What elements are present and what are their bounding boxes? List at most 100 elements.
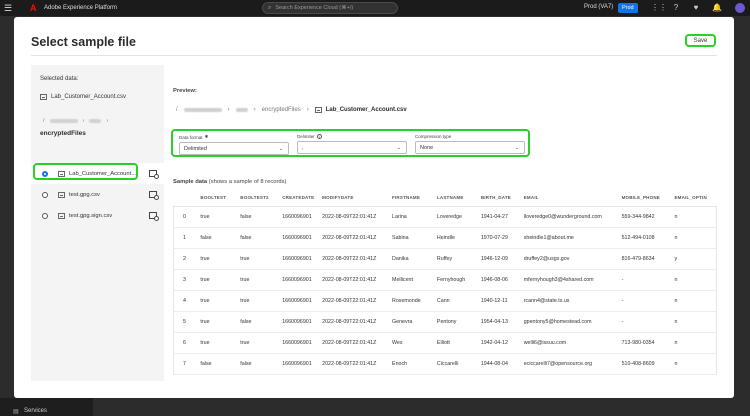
preview-file-icon[interactable] xyxy=(149,170,159,179)
delimiter-field: Delimiter i , ⌄ xyxy=(297,134,407,154)
help-icon[interactable]: ? xyxy=(671,3,681,13)
table-cell: 2022-08-09T22:01:41Z xyxy=(322,227,393,249)
table-cell: Danika xyxy=(392,248,437,270)
info-icon[interactable]: i xyxy=(316,134,322,139)
breadcrumb-root[interactable]: / xyxy=(176,107,178,113)
data-format-select[interactable]: Delimited ⌄ xyxy=(179,142,289,155)
table-cell: 2022-08-09T22:01:41Z xyxy=(322,290,393,312)
table-header-row: BOOLTEST BOOLTEST2 CREATEDATE MODIFYDATE FIR… xyxy=(173,189,717,207)
nav-item-services[interactable]: Services xyxy=(24,408,47,414)
table-cell: 512-494-0108 xyxy=(621,227,675,249)
current-folder: encryptedFiles xyxy=(40,130,86,137)
table-cell: n xyxy=(674,206,717,228)
table-cell: true xyxy=(200,290,241,312)
save-button[interactable]: Save xyxy=(685,34,716,47)
table-cell: rcann4@state.tx.us xyxy=(523,290,622,312)
table-cell: 2022-08-09T22:01:41Z xyxy=(322,332,393,354)
table-cell: eciccarelli7@opensource.org xyxy=(523,353,622,375)
table-cell: 3 xyxy=(173,269,201,291)
table-cell: 1941-04-27 xyxy=(480,206,524,228)
column-header: MODIFYDATE xyxy=(322,189,393,207)
data-format-label: Data format xyxy=(179,134,203,140)
preview-label: Preview: xyxy=(173,88,197,94)
table-cell: Ciccarelli xyxy=(436,353,481,375)
preview-file-icon[interactable] xyxy=(149,212,159,221)
table-cell: 1946-08-06 xyxy=(480,269,524,291)
table-cell: true xyxy=(240,248,283,270)
file-radio[interactable] xyxy=(42,191,48,198)
table-cell: y xyxy=(674,248,717,270)
table-row: 2 true true 1660096901 2022-08-09T22:01:41Z D… xyxy=(173,248,717,270)
preview-panel: Preview: / › › encryptedFiles › Lab_Cust… xyxy=(164,65,717,381)
table-cell: Fernyhough xyxy=(436,269,481,291)
table-cell: 1970-07-29 xyxy=(480,227,524,249)
file-icon xyxy=(58,212,65,219)
global-search-input[interactable]: ⌕ Search Experience Cloud (⌘+/) xyxy=(262,2,398,14)
sample-data-heading: Sample data (shows a sample of 8 records… xyxy=(173,179,286,185)
table-cell: druffey2@usgs.gov xyxy=(523,248,622,270)
table-cell: Rosemonde xyxy=(392,290,437,312)
notifications-icon[interactable]: 🔔 xyxy=(712,3,722,13)
table-cell: Elliott xyxy=(436,332,481,354)
breadcrumb-redacted-item[interactable] xyxy=(49,119,78,123)
apps-grid-icon[interactable]: ⋮⋮ xyxy=(651,3,667,13)
services-icon: ▤ xyxy=(13,409,19,415)
table-cell: 713-980-0354 xyxy=(621,332,675,354)
search-icon: ⌕ xyxy=(268,4,272,11)
compression-type-select[interactable]: None ⌄ xyxy=(415,141,525,154)
table-cell: Mellicent xyxy=(392,269,437,291)
table-row: 5 true false 1660096901 2022-08-09T22:01:41Z… xyxy=(173,311,717,333)
compression-type-label: Compression type xyxy=(415,134,452,139)
table-cell: 1660096901 xyxy=(282,206,323,228)
compression-type-field: Compression type None ⌄ xyxy=(415,134,525,154)
table-cell: mfernyhough3@4shared.com xyxy=(523,269,622,291)
chevron-down-icon: ⌄ xyxy=(278,146,283,152)
org-switcher[interactable]: Prod (VA7) xyxy=(584,4,613,10)
table-row: 7 false false 1660096901 2022-08-09T22:01:41… xyxy=(173,353,717,375)
required-icon: ✱ xyxy=(204,134,209,139)
file-radio[interactable] xyxy=(42,212,48,219)
file-row-test-gpg-sign[interactable]: test.gpg.sign.csv xyxy=(31,205,164,226)
table-cell: Loveredge xyxy=(436,206,481,228)
breadcrumb-redacted-item[interactable] xyxy=(235,108,248,112)
table-cell: n xyxy=(674,290,717,312)
preview-breadcrumb: / › › encryptedFiles › Lab_Customer_Acco… xyxy=(176,107,407,113)
breadcrumb-separator-icon: › xyxy=(227,107,230,113)
table-cell: 559-344-9842 xyxy=(621,206,675,228)
table-row: 1 false false 1660096901 2022-08-09T22:01:41… xyxy=(173,227,717,249)
breadcrumb-redacted-item[interactable] xyxy=(183,108,222,112)
table-cell: false xyxy=(240,206,283,228)
table-cell: 1 xyxy=(173,227,201,249)
table-cell: Larina xyxy=(392,206,437,228)
breadcrumb-root[interactable]: / xyxy=(43,118,45,124)
breadcrumb-current-file: Lab_Customer_Account.csv xyxy=(314,107,407,113)
app-title[interactable]: Adobe Experience Platform xyxy=(44,5,117,11)
chevron-down-icon: ⌄ xyxy=(514,145,519,151)
table-cell: 510-408-8609 xyxy=(621,353,675,375)
announcements-icon[interactable]: ♥ xyxy=(691,3,701,13)
file-browser-panel: Selected data: Lab_Customer_Account.csv … xyxy=(31,65,164,381)
avatar[interactable] xyxy=(735,3,745,13)
table-cell: n xyxy=(674,353,717,375)
breadcrumb-redacted-item[interactable] xyxy=(89,119,102,123)
delimiter-select[interactable]: , ⌄ xyxy=(297,141,407,154)
column-header: FIRSTNAME xyxy=(392,189,437,207)
table-cell: 1660096901 xyxy=(282,290,323,312)
table-cell: true xyxy=(200,311,241,333)
table-cell: true xyxy=(240,269,283,291)
table-cell: 7 xyxy=(173,353,201,375)
file-name: test.gpg.csv xyxy=(69,191,100,198)
table-cell: 1660096901 xyxy=(282,227,323,249)
compression-type-value: None xyxy=(420,144,434,151)
breadcrumb-separator-icon: › xyxy=(253,107,256,113)
top-bar: ☰ A Adobe Experience Platform ⌕ Search E… xyxy=(0,0,750,16)
sandbox-badge[interactable]: Prod xyxy=(618,3,638,13)
preview-file-icon[interactable] xyxy=(149,191,159,200)
breadcrumb-folder[interactable]: encryptedFiles xyxy=(262,107,301,113)
menu-icon[interactable]: ☰ xyxy=(0,0,16,16)
table-cell: true xyxy=(240,290,283,312)
table-cell: Pentony xyxy=(436,311,481,333)
selected-file-highlight xyxy=(33,163,138,180)
file-row-test-gpg[interactable]: test.gpg.csv xyxy=(31,184,164,205)
table-cell: n xyxy=(674,311,717,333)
